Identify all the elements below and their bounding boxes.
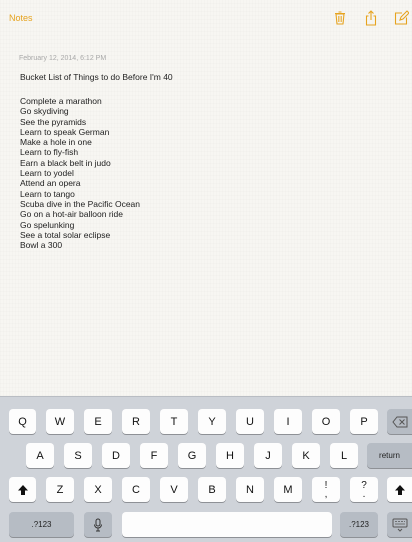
keyboard-dismiss-icon xyxy=(392,518,408,532)
backspace-icon xyxy=(391,416,408,428)
key-a[interactable]: A xyxy=(26,443,54,468)
key-z[interactable]: Z xyxy=(46,477,74,502)
numbers-key-right[interactable]: .?123 xyxy=(340,512,378,537)
key-exclaim-comma[interactable]: ! , xyxy=(312,477,340,502)
shift-icon xyxy=(394,484,406,496)
key-question-period[interactable]: ? . xyxy=(350,477,378,502)
note-title[interactable]: Bucket List of Things to do Before I'm 4… xyxy=(20,72,173,82)
key-comma-label: , xyxy=(324,488,328,500)
note-line: Learn to speak German xyxy=(20,126,110,137)
note-line: Scuba dive in the Pacific Ocean xyxy=(20,198,141,209)
key-l[interactable]: L xyxy=(330,443,358,468)
key-e[interactable]: E xyxy=(84,409,112,434)
key-t[interactable]: T xyxy=(160,409,188,434)
shift-key-right[interactable] xyxy=(387,477,412,502)
note-line: Learn to yodel xyxy=(20,168,74,179)
note-line: Attend an opera xyxy=(20,178,81,189)
on-screen-keyboard: Q W E R T Y U I O P A S D F G H J K L re… xyxy=(0,396,412,542)
key-s[interactable]: S xyxy=(64,443,92,468)
key-i[interactable]: I xyxy=(274,409,302,434)
note-body[interactable]: Complete a marathon Go skydiving See the p… xyxy=(20,96,140,250)
trash-icon[interactable] xyxy=(332,10,348,26)
note-line: See the pyramids xyxy=(20,116,87,127)
key-h[interactable]: H xyxy=(216,443,244,468)
dismiss-keyboard-key[interactable] xyxy=(387,512,412,537)
note-line: Learn to fly-fish xyxy=(20,147,79,158)
note-line: Bowl a 300 xyxy=(20,240,63,251)
key-q[interactable]: Q xyxy=(9,409,36,434)
note-line: Go skydiving xyxy=(20,106,69,117)
key-period-label: . xyxy=(362,488,366,500)
key-o[interactable]: O xyxy=(312,409,340,434)
note-line: Go spelunking xyxy=(20,219,75,230)
note-line: Make a hole in one xyxy=(20,137,92,148)
backspace-key[interactable] xyxy=(387,409,412,434)
dictation-key[interactable] xyxy=(84,512,112,537)
key-k[interactable]: K xyxy=(292,443,320,468)
return-key[interactable]: return xyxy=(367,443,412,468)
note-line: Learn to tango xyxy=(20,188,75,199)
key-u[interactable]: U xyxy=(236,409,264,434)
key-y[interactable]: Y xyxy=(198,409,226,434)
share-icon[interactable] xyxy=(363,10,379,26)
note-area[interactable]: Notes February 12, 2014, 6:12 PM Bucket … xyxy=(0,0,412,396)
compose-icon[interactable] xyxy=(393,10,409,26)
key-g[interactable]: G xyxy=(178,443,206,468)
notes-back-button[interactable]: Notes xyxy=(9,13,33,23)
key-f[interactable]: F xyxy=(140,443,168,468)
key-x[interactable]: X xyxy=(84,477,112,502)
microphone-icon xyxy=(93,518,103,532)
note-line: Go on a hot-air balloon ride xyxy=(20,209,124,220)
key-d[interactable]: D xyxy=(102,443,130,468)
key-c[interactable]: C xyxy=(122,477,150,502)
space-bar[interactable] xyxy=(122,512,332,537)
note-line: See a total solar eclipse xyxy=(20,229,111,240)
shift-icon xyxy=(17,484,29,496)
numbers-key-left[interactable]: .?123 xyxy=(9,512,74,537)
key-p[interactable]: P xyxy=(350,409,378,434)
shift-key-left[interactable] xyxy=(9,477,36,502)
key-b[interactable]: B xyxy=(198,477,226,502)
key-j[interactable]: J xyxy=(254,443,282,468)
key-v[interactable]: V xyxy=(160,477,188,502)
key-r[interactable]: R xyxy=(122,409,150,434)
note-timestamp: February 12, 2014, 6:12 PM xyxy=(19,55,107,62)
note-line: Complete a marathon xyxy=(20,96,102,106)
key-n[interactable]: N xyxy=(236,477,264,502)
note-line: Earn a black belt in judo xyxy=(20,157,111,168)
key-m[interactable]: M xyxy=(274,477,302,502)
key-w[interactable]: W xyxy=(46,409,74,434)
